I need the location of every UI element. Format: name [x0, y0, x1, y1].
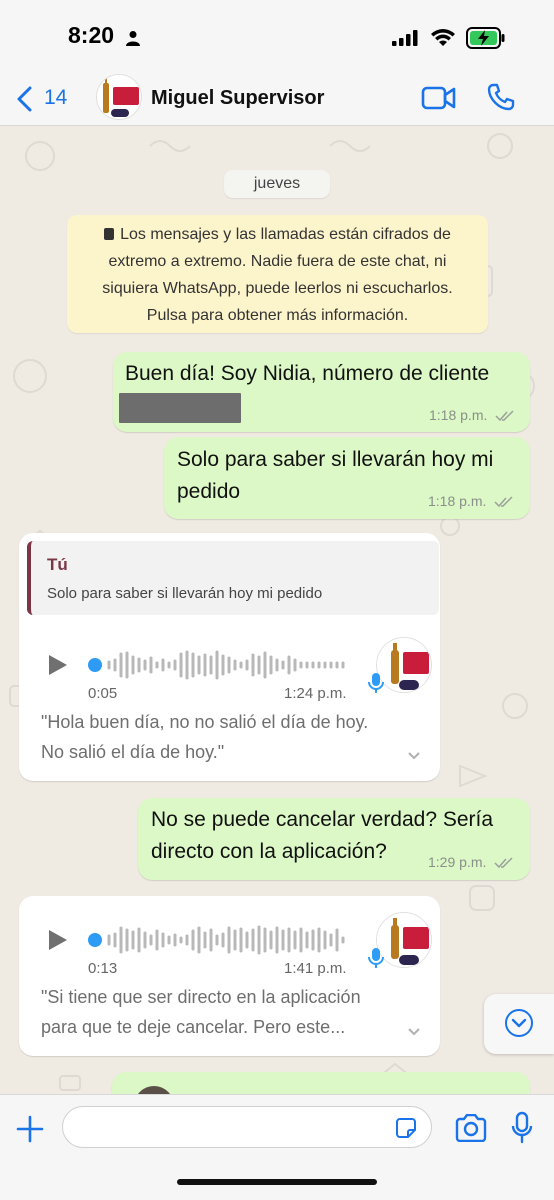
message-time: 1:18 p.m.	[428, 493, 514, 509]
beer-bottle-icon	[377, 913, 431, 967]
voice-transcript-line: "Hola buen día, no no salió el día de ho…	[41, 712, 369, 732]
message-text-line: Solo para saber si llevarán hoy mi	[177, 448, 494, 471]
voice-transcript-line: No salió el día de hoy."	[41, 742, 225, 762]
message-time: 1:18 p.m.	[429, 407, 515, 423]
chat-area[interactable]: jueves Los mensajes y las llamadas están…	[0, 126, 554, 1094]
message-bubble-outgoing[interactable]: Solo para saber si llevarán hoy mi pedid…	[164, 437, 530, 519]
message-text: Buen día! Soy Nidia, número de cliente	[125, 362, 490, 385]
message-text-line: No se puede cancelar verdad? Sería	[151, 808, 494, 831]
microphone-icon[interactable]	[510, 1111, 534, 1145]
message-text-line: directo con la aplicación?	[151, 840, 387, 863]
contact-avatar[interactable]	[96, 74, 142, 120]
encryption-line: siquiera WhatsApp, puede leerlos ni escu…	[102, 280, 453, 297]
contact-name[interactable]: Miguel Supervisor	[151, 87, 324, 110]
message-bubble-outgoing[interactable]: Buen día! Soy Nidia, número de cliente 1…	[113, 352, 530, 432]
play-icon[interactable]	[47, 653, 69, 677]
wifi-icon	[431, 29, 455, 46]
chevron-down-icon[interactable]	[407, 751, 421, 761]
back-chevron-icon[interactable]	[16, 86, 34, 112]
encryption-line: Los mensajes y las llamadas están cifrad…	[67, 221, 488, 248]
voice-duration: 0:05	[88, 685, 118, 702]
voice-waveform[interactable]	[87, 648, 349, 682]
microphone-badge-icon	[368, 948, 384, 968]
home-indicator	[177, 1179, 377, 1185]
message-input[interactable]	[62, 1106, 432, 1148]
signal-icon	[392, 30, 418, 46]
beer-bottle-icon	[97, 75, 141, 119]
attachment-thumbnail	[134, 1086, 174, 1094]
phone-icon[interactable]	[486, 82, 516, 112]
read-ticks-icon	[495, 410, 514, 422]
read-ticks-icon	[494, 496, 513, 508]
camera-icon[interactable]	[454, 1114, 488, 1142]
battery-charging-icon	[466, 27, 505, 49]
message-time: 1:29 p.m.	[428, 854, 514, 870]
encryption-line: extremo a extremo. Nadie fuera de este c…	[108, 253, 447, 270]
message-time: 1:24 p.m.	[284, 685, 347, 702]
scroll-to-bottom-button[interactable]	[484, 994, 554, 1054]
voice-duration: 0:13	[88, 960, 118, 977]
microphone-badge-icon	[368, 673, 384, 693]
encryption-line: Pulsa para obtener más información.	[146, 307, 409, 324]
lock-icon	[104, 228, 115, 240]
redacted-block	[119, 393, 241, 423]
quoted-message[interactable]: Tú Solo para saber si llevarán hoy mi pe…	[27, 541, 439, 615]
plus-icon[interactable]	[14, 1113, 46, 1145]
message-bubble-outgoing-partial[interactable]	[112, 1072, 530, 1094]
read-ticks-icon	[494, 857, 513, 869]
quote-text: Solo para saber si llevarán hoy mi pedid…	[47, 585, 323, 602]
voice-transcript-line: para que te deje cancelar. Pero este...	[41, 1017, 346, 1037]
quote-author: Tú	[47, 555, 68, 574]
encryption-notice[interactable]: Los mensajes y las llamadas están cifrad…	[67, 215, 488, 333]
status-bar: 8:20	[0, 0, 554, 72]
message-bubble-outgoing[interactable]: No se puede cancelar verdad? Sería direc…	[138, 798, 530, 880]
back-count[interactable]: 14	[44, 86, 67, 110]
voice-message-incoming[interactable]: 0:13 1:41 p.m. "Si tiene que ser directo…	[19, 896, 440, 1056]
voice-transcript-line: "Si tiene que ser directo en la aplicaci…	[41, 987, 361, 1007]
status-time: 8:20	[68, 22, 115, 48]
message-text-line: pedido	[177, 480, 241, 503]
play-icon[interactable]	[47, 928, 69, 952]
beer-bottle-icon	[377, 638, 431, 692]
video-call-icon[interactable]	[421, 85, 457, 111]
chevron-down-circle-icon	[505, 1009, 533, 1037]
composer-bar	[0, 1094, 554, 1200]
voice-waveform[interactable]	[87, 923, 349, 957]
person-icon	[126, 31, 140, 46]
voice-message-incoming[interactable]: Tú Solo para saber si llevarán hoy mi pe…	[19, 533, 440, 781]
sticker-icon[interactable]	[394, 1116, 418, 1140]
chevron-down-icon[interactable]	[407, 1027, 421, 1037]
chat-header: 14 Miguel Supervisor	[0, 72, 554, 126]
date-separator: jueves	[224, 170, 330, 198]
message-time: 1:41 p.m.	[284, 960, 347, 977]
